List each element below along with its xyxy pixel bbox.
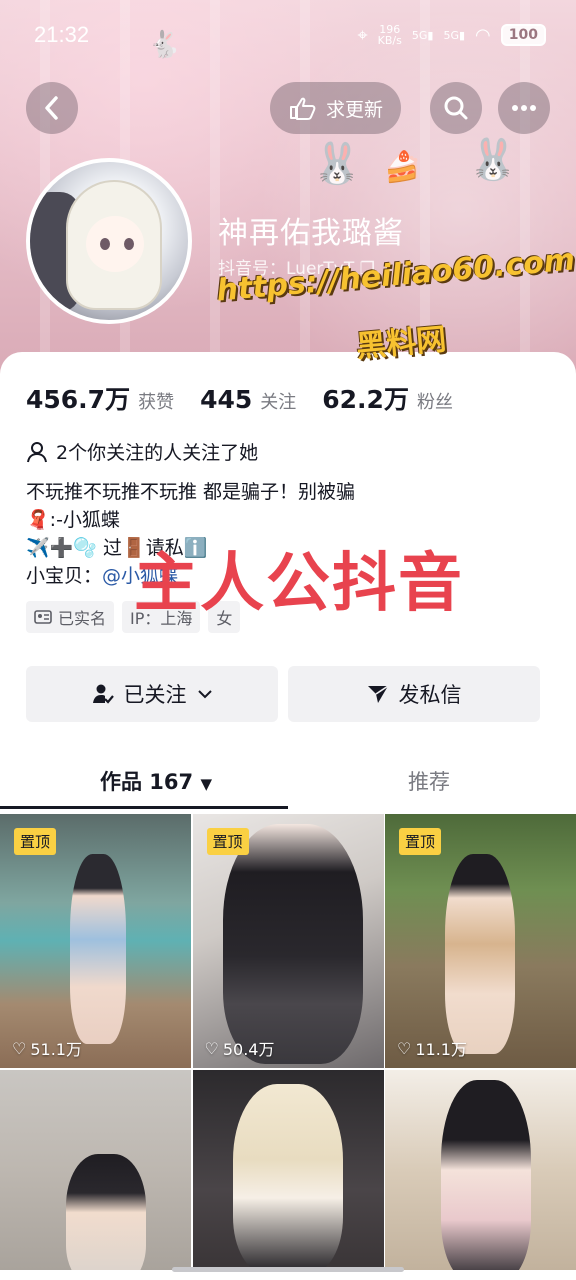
more-dots-icon [512, 105, 536, 111]
search-button[interactable] [430, 82, 482, 134]
wifi-icon: ◠ [475, 24, 491, 46]
stat-followers[interactable]: 62.2万 粉丝 [322, 380, 453, 416]
pinned-badge: 置顶 [206, 828, 249, 855]
signal-icon: 5G▮ [411, 28, 434, 42]
heart-icon: ♡ [204, 1038, 219, 1058]
video-likes: ♡ 11.1万 [397, 1038, 467, 1060]
video-thumbnail[interactable] [0, 1070, 191, 1270]
tag-verified: 已实名 [26, 601, 115, 633]
content-tabs: 作品 167 ▼ 推荐 [0, 752, 576, 812]
search-icon [444, 96, 468, 120]
pinned-badge: 置顶 [14, 828, 57, 855]
profile-stats: 456.7万 获赞 445 关注 62.2万 粉丝 [26, 380, 479, 416]
battery-indicator: 100 [500, 24, 546, 46]
signal-icon: 5G▮ [443, 28, 466, 42]
stat-likes: 456.7万 获赞 [26, 385, 175, 414]
bunny-decoration-icon: 🐰 [312, 141, 362, 187]
video-thumbnail[interactable]: 置顶 ♡ 50.4万 [192, 814, 384, 1068]
video-likes: ♡ 51.1万 [12, 1038, 82, 1060]
video-thumbnail[interactable]: 置顶 ♡ 11.1万 [385, 814, 576, 1068]
send-message-button[interactable]: 发私信 [288, 666, 540, 722]
tab-recommend[interactable]: 推荐 [408, 766, 450, 796]
pinned-badge: 置顶 [399, 828, 442, 855]
video-thumbnail[interactable] [192, 1070, 384, 1270]
send-icon [367, 685, 388, 703]
video-thumbnail[interactable] [385, 1070, 576, 1270]
video-likes: ♡ 50.4万 [204, 1038, 275, 1060]
tab-works[interactable]: 作品 167 ▼ [100, 766, 212, 796]
watermark-site: 黑料网 [354, 322, 448, 365]
net-speed: 196 KB/s [377, 23, 402, 47]
home-indicator [172, 1267, 404, 1272]
heart-icon: ♡ [12, 1038, 27, 1058]
stat-following[interactable]: 445 关注 [200, 385, 296, 414]
chevron-left-icon [45, 96, 58, 120]
video-grid: 置顶 ♡ 51.1万 置顶 ♡ 50.4万 置顶 ♡ 11.1万 [0, 814, 576, 1270]
status-time: 21:32 [34, 22, 90, 47]
watermark-overlay: 主人公抖音 [134, 547, 464, 621]
mutual-follow-row[interactable]: 2个你关注的人关注了她 [26, 438, 258, 465]
profile-nickname: 神再佑我璐酱 [218, 216, 404, 251]
chevron-down-icon [197, 690, 212, 699]
cake-decoration-icon: 🍰 [384, 150, 422, 185]
heart-icon: ♡ [397, 1038, 412, 1058]
caret-down-icon: ▼ [200, 775, 213, 793]
status-bar: 21:32 ⌖ 196 KB/s 5G▮ 5G▮ ◠ 100 [34, 18, 546, 52]
request-update-button[interactable]: 求更新 [270, 82, 402, 134]
followed-button[interactable]: 已关注 [26, 666, 278, 722]
back-button[interactable] [26, 82, 78, 134]
avatar[interactable] [26, 158, 192, 324]
active-tab-indicator [0, 806, 288, 809]
hand-pointing-icon [290, 97, 316, 120]
user-check-icon [92, 684, 114, 704]
video-thumbnail[interactable]: 置顶 ♡ 51.1万 [0, 814, 191, 1068]
user-icon [27, 441, 47, 462]
location-icon: ⌖ [357, 24, 368, 46]
id-card-icon [34, 610, 52, 624]
bunny-decoration-icon: 🐰 [468, 137, 518, 183]
more-button[interactable] [498, 82, 550, 134]
